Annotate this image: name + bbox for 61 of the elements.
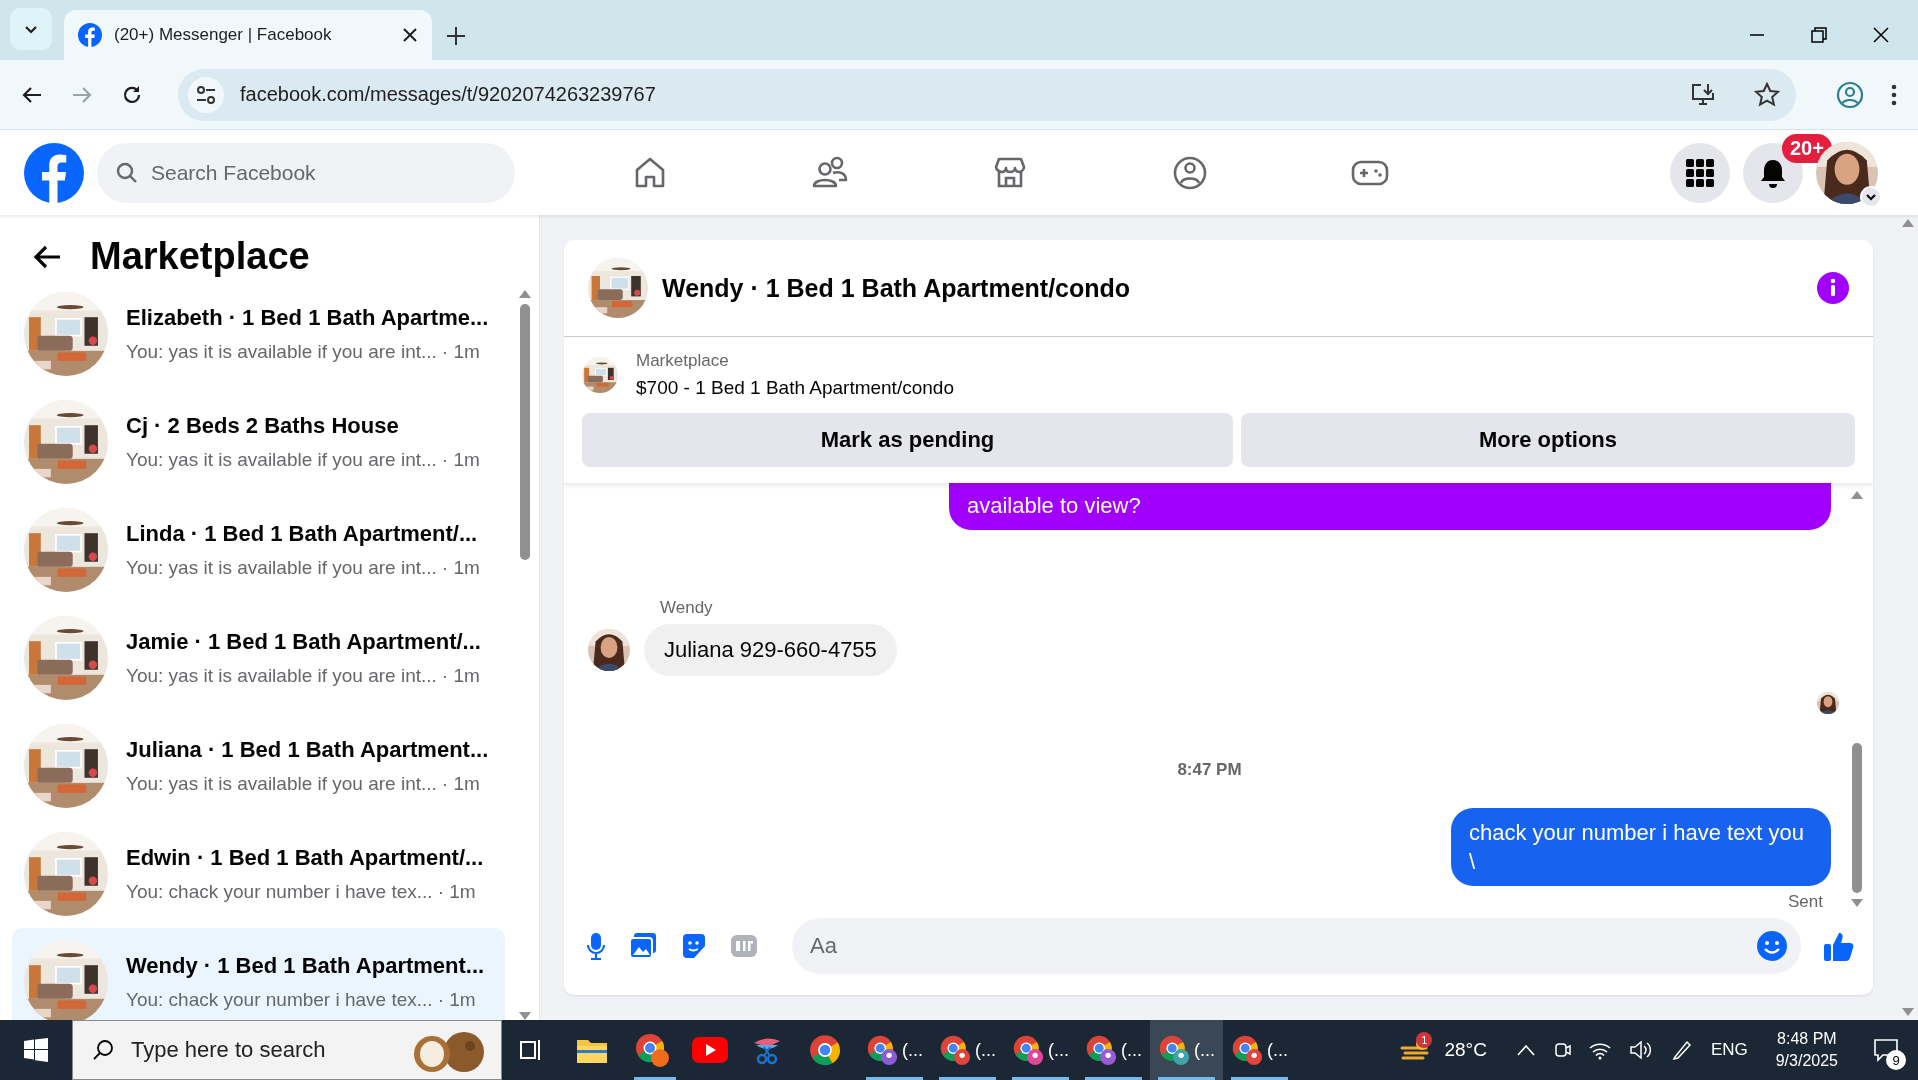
message-bubble: available to view? bbox=[949, 483, 1831, 530]
conversation-item[interactable]: Jamie · 1 Bed 1 Bath Apartment/... You: yas it is available if you are int... · 1m bbox=[12, 616, 505, 700]
message-field[interactable]: Aa bbox=[792, 918, 1801, 974]
message-preview: You: yas it is available if you are int... bbox=[126, 449, 437, 471]
clock[interactable]: 8:48 PM 9/3/2025 bbox=[1775, 1030, 1838, 1070]
conversation-item[interactable]: Elizabeth · 1 Bed 1 Bath Apartme... You: yas it is available if you are int... · 1m bbox=[12, 292, 505, 376]
conversation-item[interactable]: Juliana · 1 Bed 1 Bath Apartment... You: yas it is available if you are int... · 1m bbox=[12, 724, 505, 808]
conversation-title: Elizabeth · 1 Bed 1 Bath Apartme... bbox=[126, 305, 489, 331]
message-preview: You: yas it is available if you are int... bbox=[126, 773, 437, 795]
url-text: facebook.com/messages/t/9202074263239767 bbox=[240, 83, 657, 106]
clock-date: 9/3/2025 bbox=[1775, 1052, 1838, 1070]
notification-count: 9 bbox=[1886, 1050, 1906, 1070]
message-time: · 1m bbox=[437, 989, 476, 1011]
message-preview: You: yas it is available if you are int... bbox=[126, 557, 437, 579]
taskbar-app[interactable]: (... bbox=[1077, 1020, 1150, 1080]
message-time: · 1m bbox=[441, 341, 480, 363]
conversation-item[interactable]: Edwin · 1 Bed 1 Bath Apartment/... You: chack your number i have tex... · 1m bbox=[12, 832, 505, 916]
message-preview: You: yas it is available if you are int... bbox=[126, 665, 437, 687]
notification-center[interactable]: 9 bbox=[1866, 1030, 1906, 1070]
taskbar-app[interactable]: (... bbox=[1004, 1020, 1077, 1080]
temperature: 28°C bbox=[1444, 1039, 1487, 1061]
message-bubble: Juliana 929-660-4755 bbox=[644, 624, 897, 676]
message-status: Sent bbox=[1788, 892, 1823, 912]
conversation-item[interactable]: Linda · 1 Bed 1 Bath Apartment/... You: yas it is available if you are int... · 1m bbox=[12, 508, 505, 592]
taskbar-app[interactable]: (... bbox=[858, 1020, 931, 1080]
address-bar[interactable]: facebook.com/messages/t/9202074263239767 bbox=[178, 68, 1796, 121]
search-field[interactable]: Search Facebook bbox=[97, 142, 515, 203]
message-preview: You: chack your number i have tex... bbox=[126, 881, 433, 903]
conversation-title: Juliana · 1 Bed 1 Bath Apartment... bbox=[126, 737, 489, 763]
message-time: · 1m bbox=[441, 773, 480, 795]
clock-time: 8:48 PM bbox=[1777, 1030, 1837, 1048]
conversation-title: Wendy · 1 Bed 1 Bath Apartment... bbox=[126, 953, 485, 979]
message-time: · 1m bbox=[441, 665, 480, 687]
weather-badge: 1 bbox=[1416, 1032, 1433, 1048]
conversation-item[interactable]: Cj · 2 Beds 2 Baths House You: yas it is available if you are int... · 1m bbox=[12, 400, 505, 484]
action-button[interactable]: Mark as pending bbox=[582, 413, 1233, 467]
conversation-title: Jamie · 1 Bed 1 Bath Apartment/... bbox=[126, 629, 481, 655]
conversation-title: Linda · 1 Bed 1 Bath Apartment/... bbox=[126, 521, 479, 547]
message-timestamp: 8:47 PM bbox=[1177, 760, 1242, 780]
message-preview: You: chack your number i have tex... bbox=[126, 989, 433, 1011]
listing-title: $700 - 1 Bed 1 Bath Apartment/condo bbox=[636, 377, 954, 399]
taskbar-app[interactable]: (... bbox=[1223, 1020, 1296, 1080]
listing-label: Marketplace bbox=[636, 351, 730, 371]
conversation-title: Cj · 2 Beds 2 Baths House bbox=[126, 413, 400, 439]
action-button[interactable]: More options bbox=[1241, 413, 1855, 467]
tab-title: (20+) Messenger | Facebook bbox=[114, 25, 333, 45]
panel-title: Marketplace bbox=[90, 235, 310, 278]
taskbar-app[interactable]: (... bbox=[1150, 1020, 1223, 1080]
chat-title: Wendy · 1 Bed 1 Bath Apartment/condo bbox=[662, 273, 1132, 303]
message-bubble: chack your number i have text you \ bbox=[1451, 808, 1831, 886]
conversation-item[interactable]: Wendy · 1 Bed 1 Bath Apartment... You: chack your number i have tex... · 1m bbox=[12, 928, 505, 1020]
taskbar-app[interactable]: (... bbox=[931, 1020, 1004, 1080]
conversation-title: Edwin · 1 Bed 1 Bath Apartment/... bbox=[126, 845, 484, 871]
message-time: · 1m bbox=[441, 449, 480, 471]
message-time: · 1m bbox=[441, 557, 480, 579]
browser-tab[interactable]: (20+) Messenger | Facebook bbox=[64, 10, 432, 60]
message-time: · 1m bbox=[437, 881, 476, 903]
taskbar-search-field[interactable]: Type here to search bbox=[72, 1020, 502, 1080]
language-indicator[interactable]: ENG bbox=[1710, 1040, 1748, 1060]
sender-name: Wendy bbox=[660, 598, 714, 618]
message-preview: You: yas it is available if you are int... bbox=[126, 341, 437, 363]
